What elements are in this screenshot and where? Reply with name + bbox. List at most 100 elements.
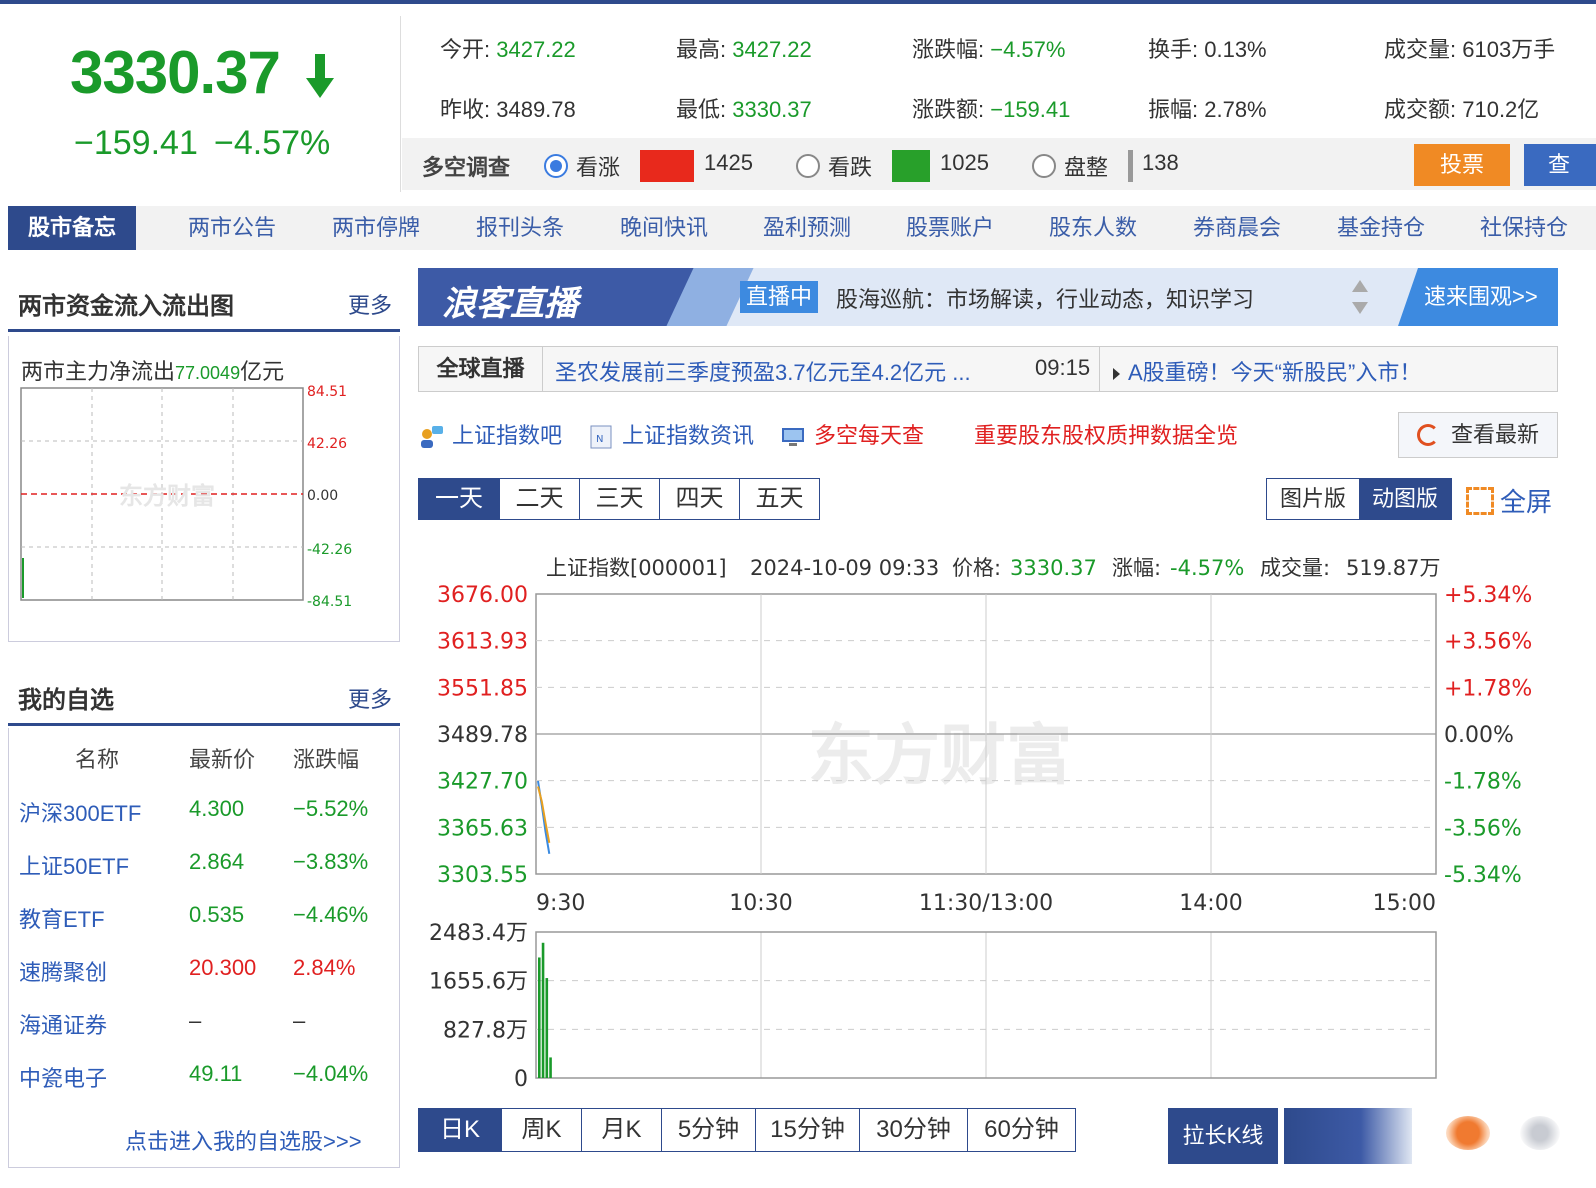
watchlist-stock-price: 0.535: [189, 902, 245, 927]
nav-item-evening-news[interactable]: 晚间快讯: [620, 206, 708, 250]
link-news[interactable]: N 上证指数资讯: [588, 418, 754, 450]
top-accent-line: [0, 0, 1596, 4]
link-daily-bull-bear[interactable]: 多空每天查: [780, 418, 924, 450]
watchlist-title: 我的自选: [18, 687, 114, 714]
query-button[interactable]: 查: [1524, 144, 1596, 186]
tab-2-day[interactable]: 二天: [499, 479, 579, 519]
fund-flow-more-link[interactable]: 更多: [348, 288, 392, 320]
survey-radio-bull[interactable]: [544, 154, 568, 178]
pct-y-tick: -5.34%: [1444, 863, 1522, 888]
watchlist-panel: 名称 最新价 涨跌幅 沪深300ETF 4.300 −5.52% 上证50ETF 2.8…: [8, 728, 400, 1168]
fund-flow-title: 两市资金流入流出图: [18, 293, 234, 320]
live-badge: 直播中: [740, 281, 819, 313]
tab-60min[interactable]: 60分钟: [967, 1109, 1075, 1151]
tab-30min[interactable]: 30分钟: [859, 1109, 967, 1151]
vote-button[interactable]: 投票: [1414, 144, 1510, 186]
live-watch-button[interactable]: 速来围观>>: [1398, 268, 1558, 326]
fund-flow-tick: -42.26: [307, 542, 352, 558]
live-banner[interactable]: 浪客直播 直播中 股海巡航：市场解读，行业动态，知识学习 速来围观>>: [418, 268, 1558, 326]
chart-info-pct-label: 涨幅:: [1112, 556, 1161, 580]
blurred-icon[interactable]: [1446, 1116, 1490, 1150]
ticker-news-link[interactable]: 圣农发展前三季度预盈3.7亿元至4.2亿元 ...: [555, 355, 971, 387]
tab-weekly-k[interactable]: 周K: [501, 1109, 581, 1151]
watchlist-stock-name[interactable]: 海通证券: [19, 1008, 107, 1040]
watchlist-more-link[interactable]: 更多: [348, 682, 392, 714]
watchlist-stock-name[interactable]: 教育ETF: [19, 902, 105, 934]
price-change-pct: −4.57%: [214, 124, 331, 162]
fund-flow-watermark: 东方财富: [119, 482, 215, 510]
watchlist-stock-name[interactable]: 沪深300ETF: [19, 796, 141, 828]
nav-item-shareholders[interactable]: 股东人数: [1049, 206, 1137, 250]
current-price: 3330.37: [70, 39, 281, 106]
watchlist-enter-link[interactable]: 点击进入我的自选股>>>: [125, 1124, 362, 1156]
price-y-tick: 3613.93: [437, 630, 528, 655]
quote-stat: 今开: 3427.22: [440, 32, 576, 64]
survey-label-bull: 看涨: [576, 155, 621, 180]
nav-item-accounts[interactable]: 股票账户: [906, 206, 994, 250]
survey-count-bull: 1425: [704, 150, 753, 175]
watchlist-stock-name[interactable]: 上证50ETF: [19, 849, 129, 881]
nav-item-announcements[interactable]: 两市公告: [188, 206, 276, 250]
refresh-latest-button[interactable]: 查看最新: [1398, 412, 1558, 458]
nav-item-headlines[interactable]: 报刊头条: [476, 206, 564, 250]
price-y-tick: 3676.00: [437, 583, 528, 608]
ticker-news-link-2[interactable]: A股重磅！今天“新股民”入市！: [1113, 355, 1421, 387]
tab-animated-mode[interactable]: 动图版: [1359, 479, 1451, 519]
tab-5-day[interactable]: 五天: [739, 479, 819, 519]
memo-nav: 股市备忘 两市公告 两市停牌 报刊头条 晚间快讯 盈利预测 股票账户 股东人数 …: [8, 206, 1596, 250]
watchlist-stock-price: –: [189, 1008, 202, 1033]
link-pledge-data[interactable]: 重要股东股权质押数据全览: [974, 418, 1238, 450]
time-x-tick: 15:00: [1373, 891, 1436, 916]
link-forum[interactable]: 上证指数吧: [418, 418, 562, 450]
watchlist-row[interactable]: 中瓷电子 49.11 −4.04%: [9, 1047, 401, 1100]
tab-monthly-k[interactable]: 月K: [581, 1109, 661, 1151]
tab-4-day[interactable]: 四天: [659, 479, 739, 519]
tab-15min[interactable]: 15分钟: [755, 1109, 859, 1151]
survey-radio-bear[interactable]: [796, 154, 820, 178]
watchlist-stock-change: −3.83%: [293, 849, 369, 874]
quote-stat-label: 成交额:: [1384, 97, 1463, 122]
survey-swatch-bull: [640, 150, 694, 182]
tab-image-mode[interactable]: 图片版: [1267, 479, 1359, 519]
stretch-kline-button[interactable]: 拉长K线: [1168, 1108, 1278, 1164]
quote-stat: 昨收: 3489.78: [440, 92, 576, 124]
fund-flow-tick: 42.26: [307, 436, 347, 452]
chart-info-price-label: 价格:: [952, 556, 1001, 580]
fund-flow-unit: 亿元: [240, 359, 285, 384]
tab-5min[interactable]: 5分钟: [661, 1109, 755, 1151]
blurred-icon[interactable]: [1520, 1116, 1560, 1150]
tab-daily-k[interactable]: 日K: [419, 1109, 501, 1151]
nav-item-suspensions[interactable]: 两市停牌: [332, 206, 420, 250]
user-chat-icon: [421, 426, 443, 449]
nav-item-social-security[interactable]: 社保持仓: [1480, 206, 1568, 250]
survey-radio-flat[interactable]: [1032, 154, 1056, 178]
up-down-arrows-icon[interactable]: [1350, 278, 1370, 316]
nav-item-fund-holdings[interactable]: 基金持仓: [1337, 206, 1425, 250]
news-icon: N: [590, 425, 612, 449]
watchlist-row[interactable]: 海通证券 – –: [9, 994, 401, 1047]
watchlist-row[interactable]: 速腾聚创 20.300 2.84%: [9, 941, 401, 994]
quote-stat-label: 昨收:: [440, 97, 497, 122]
watchlist-stock-change: −4.04%: [293, 1061, 369, 1086]
watchlist-stock-name[interactable]: 速腾聚创: [19, 955, 107, 987]
nav-item-earnings-forecast[interactable]: 盈利预测: [763, 206, 851, 250]
nav-item-memo[interactable]: 股市备忘: [8, 206, 137, 250]
pct-y-tick: +1.78%: [1444, 676, 1532, 701]
global-live-ticker: 全球直播 圣农发展前三季度预盈3.7亿元至4.2亿元 ... 09:15 A股重…: [418, 346, 1558, 392]
tab-1-day[interactable]: 一天: [419, 479, 499, 519]
time-x-tick: 9:30: [536, 891, 585, 916]
fullscreen-button[interactable]: 全屏: [1466, 482, 1552, 519]
watchlist-row[interactable]: 沪深300ETF 4.300 −5.52%: [9, 782, 401, 835]
fund-flow-value: 77.0049: [175, 363, 241, 383]
chart-info-pct: -4.57%: [1170, 556, 1244, 580]
quote-stat-label: 今开:: [440, 37, 497, 62]
watchlist-stock-name[interactable]: 中瓷电子: [19, 1061, 107, 1093]
survey-title: 多空调查: [422, 155, 511, 180]
watchlist-stock-price: 2.864: [189, 849, 245, 874]
watchlist-row[interactable]: 教育ETF 0.535 −4.46%: [9, 888, 401, 941]
blurred-control[interactable]: [1284, 1108, 1412, 1164]
tab-3-day[interactable]: 三天: [579, 479, 659, 519]
nav-item-broker-morning[interactable]: 券商晨会: [1193, 206, 1281, 250]
watchlist-row[interactable]: 上证50ETF 2.864 −3.83%: [9, 835, 401, 888]
quote-stat: 成交额: 710.2亿: [1384, 92, 1539, 124]
